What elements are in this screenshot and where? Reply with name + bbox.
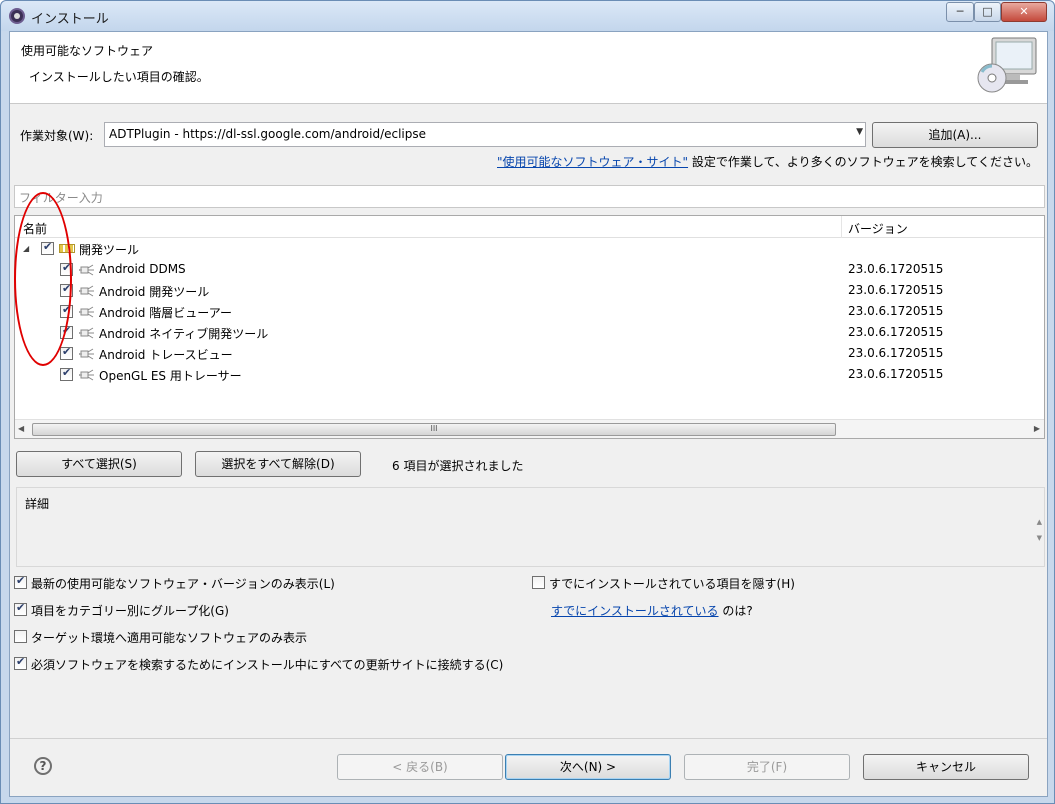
plugin-feature-icon <box>79 264 94 276</box>
group-by-category-label: 項目をカテゴリー別にグループ化(G) <box>31 604 229 618</box>
latest-only-label: 最新の使用可能なソフトウェア・バージョンのみ表示(L) <box>31 577 335 591</box>
scroll-right-arrow-icon[interactable]: ▶ <box>1034 424 1040 433</box>
already-installed-suffix: のは? <box>718 604 753 618</box>
site-info-text: 設定で作業して、より多くのソフトウェアを検索してください。 <box>688 155 1038 169</box>
horizontal-scrollbar[interactable]: ◀ III ▶ <box>15 419 1044 438</box>
dialog-body: 使用可能なソフトウェア インストールしたい項目の確認。 作業対象(W): ADT… <box>9 31 1048 797</box>
page-description: インストールしたい項目の確認。 <box>29 70 209 84</box>
item-label: Android ネイティブ開発ツール <box>99 327 269 341</box>
wizard-header: 使用可能なソフトウェア インストールしたい項目の確認。 <box>10 32 1047 104</box>
item-label: Android トレースビュー <box>99 348 233 362</box>
contact-sites-checkbox[interactable] <box>14 655 27 670</box>
hide-installed-checkbox[interactable] <box>532 576 545 589</box>
scrollbar-thumb[interactable]: III <box>32 423 836 436</box>
column-divider[interactable] <box>841 216 842 238</box>
item-version: 23.0.6.1720515 <box>848 304 944 318</box>
install-monitor-icon <box>977 37 1037 93</box>
plugin-feature-icon <box>79 306 94 318</box>
item-checkbox[interactable] <box>60 345 73 360</box>
cancel-button[interactable]: キャンセル <box>863 754 1029 780</box>
already-installed-link[interactable]: すでにインストールされている <box>551 604 719 618</box>
software-sites-link[interactable]: "使用可能なソフトウェア・サイト" <box>497 155 688 169</box>
close-button[interactable]: ✕ <box>1001 2 1047 22</box>
deselect-all-button[interactable]: 選択をすべて解除(D) <box>195 451 361 477</box>
tree-header: 名前 バージョン <box>15 216 1044 238</box>
page-title: 使用可能なソフトウェア <box>21 44 154 58</box>
tree-row[interactable]: Android DDMS 23.0.6.1720515 <box>15 259 1044 280</box>
red-highlight-annotation <box>14 192 72 366</box>
scroll-left-arrow-icon[interactable]: ◀ <box>18 424 24 433</box>
category-label: 開発ツール <box>79 243 140 257</box>
tree-category-row[interactable]: ◢ 開発ツール <box>15 238 1044 259</box>
chevron-down-icon[interactable]: ▼ <box>856 127 863 137</box>
item-label: Android 階層ビューアー <box>99 306 233 320</box>
item-version: 23.0.6.1720515 <box>848 367 944 381</box>
add-site-button[interactable]: 追加(A)... <box>872 122 1038 148</box>
group-by-category-checkbox[interactable] <box>14 601 27 616</box>
filter-input[interactable]: フィルター入力 <box>14 185 1045 208</box>
back-button[interactable]: < 戻る(B) <box>337 754 503 780</box>
tree-row[interactable]: Android ネイティブ開発ツール 23.0.6.1720515 <box>15 322 1044 343</box>
minimize-button[interactable]: ─ <box>946 2 974 22</box>
title-bar: インストール ─ □ ✕ <box>1 1 1054 31</box>
window-title: インストール <box>31 12 109 27</box>
latest-only-checkbox[interactable] <box>14 574 27 589</box>
installed-info: すでにインストールされている のは? <box>551 602 753 619</box>
select-all-button[interactable]: すべて選択(S) <box>16 451 182 477</box>
item-version: 23.0.6.1720515 <box>848 325 944 339</box>
tree-row[interactable]: OpenGL ES 用トレーサー 23.0.6.1720515 <box>15 364 1044 385</box>
item-label: Android 開発ツール <box>99 285 210 299</box>
software-tree: 名前 バージョン ◢ 開発ツール Android DDMS 23.0.6.172… <box>14 215 1045 439</box>
work-with-label: 作業対象(W): <box>20 129 94 143</box>
selection-count: 6 項目が選択されました <box>392 459 524 473</box>
maximize-button[interactable]: □ <box>974 2 1001 22</box>
eclipse-app-icon <box>9 8 25 24</box>
plugin-feature-icon <box>79 348 94 360</box>
window-frame: インストール ─ □ ✕ 使用可能なソフトウェア インストールしたい項目の確認。… <box>0 0 1055 804</box>
contact-sites-label: 必須ソフトウェアを検索するためにインストール中にすべての更新サイトに接続する(C… <box>31 658 504 672</box>
help-icon[interactable]: ? <box>34 757 52 775</box>
target-only-checkbox[interactable] <box>14 630 27 643</box>
work-with-combo[interactable]: ADTPlugin - https://dl-ssl.google.com/an… <box>104 122 866 147</box>
tree-row[interactable]: Android トレースビュー 23.0.6.1720515 <box>15 343 1044 364</box>
item-label: Android DDMS <box>99 262 186 276</box>
scroll-up-arrow-icon[interactable]: ▲ <box>1037 518 1042 526</box>
work-with-value: ADTPlugin - https://dl-ssl.google.com/an… <box>109 127 427 141</box>
next-button[interactable]: 次へ(N) > <box>505 754 671 780</box>
item-label: OpenGL ES 用トレーサー <box>99 369 242 383</box>
column-version-header[interactable]: バージョン <box>848 220 908 237</box>
hide-installed-label: すでにインストールされている項目を隠す(H) <box>549 577 795 591</box>
plugin-feature-icon <box>79 369 94 381</box>
plugin-feature-icon <box>79 285 94 297</box>
details-label: 詳細 <box>25 497 50 511</box>
finish-button[interactable]: 完了(F) <box>684 754 850 780</box>
item-checkbox[interactable] <box>60 366 73 381</box>
item-version: 23.0.6.1720515 <box>848 283 944 297</box>
scroll-down-arrow-icon[interactable]: ▼ <box>1037 534 1042 542</box>
footer-divider <box>10 738 1047 739</box>
target-only-label: ターゲット環境へ適用可能なソフトウェアのみ表示 <box>31 631 308 645</box>
tree-row[interactable]: Android 階層ビューアー 23.0.6.1720515 <box>15 301 1044 322</box>
plugin-feature-icon <box>79 327 94 339</box>
site-info-line: "使用可能なソフトウェア・サイト" 設定で作業して、より多くのソフトウェアを検索… <box>497 153 1038 170</box>
tree-row[interactable]: Android 開発ツール 23.0.6.1720515 <box>15 280 1044 301</box>
details-panel: 詳細 ▲ ▼ <box>16 487 1045 567</box>
item-version: 23.0.6.1720515 <box>848 346 944 360</box>
item-version: 23.0.6.1720515 <box>848 262 944 276</box>
